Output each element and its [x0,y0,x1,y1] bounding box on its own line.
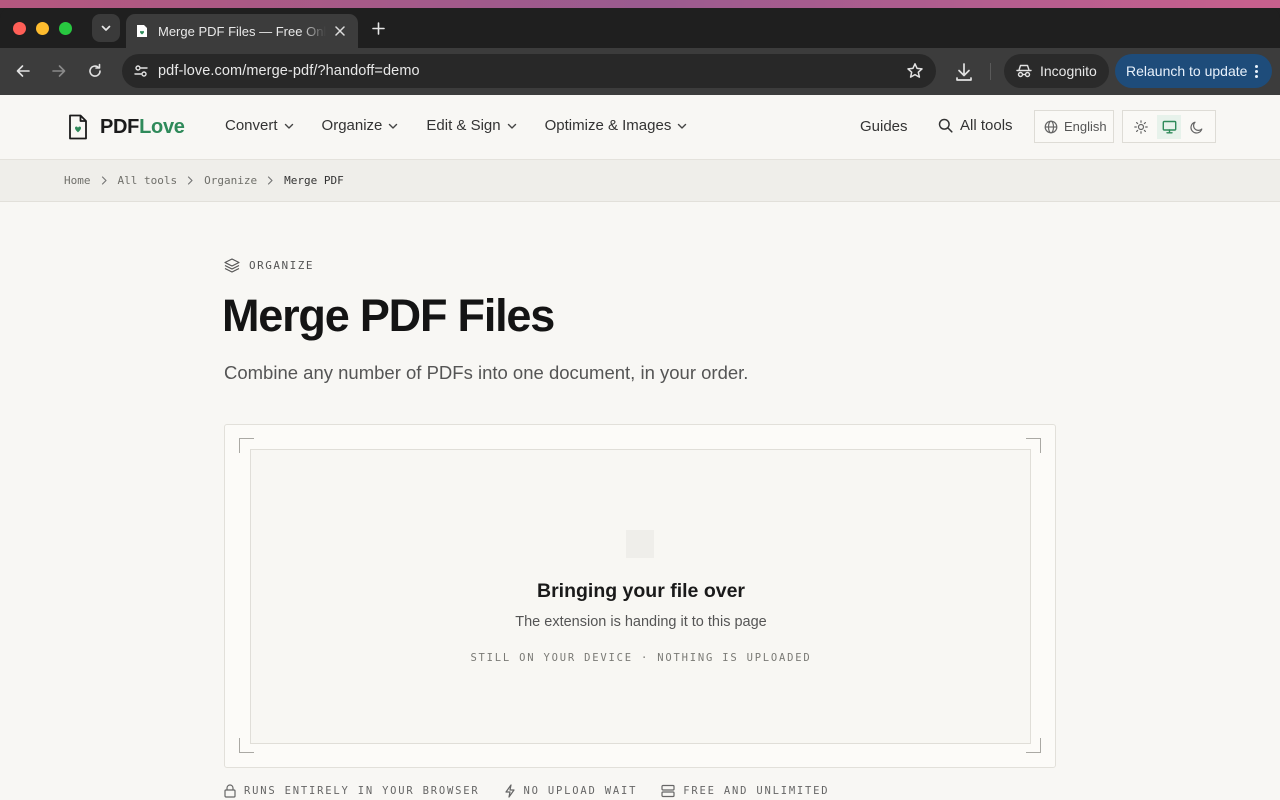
kicker-label: ORGANIZE [249,259,314,272]
tab-strip: Merge PDF Files — Free Online [0,8,1280,48]
file-loading-placeholder [626,530,654,558]
nav-edit-sign-label: Edit & Sign [426,117,501,134]
nav-organize[interactable]: Organize [322,117,399,134]
window-top-edge [0,0,1280,8]
nav-edit-sign[interactable]: Edit & Sign [426,117,516,134]
theme-light-button[interactable] [1129,115,1153,139]
page-subtitle: Combine any number of PDFs into one docu… [224,362,749,383]
browser-chrome: Merge PDF Files — Free Online pdf-love.c… [0,0,1280,95]
tab-close-button[interactable] [332,23,348,39]
theme-switcher [1122,110,1216,143]
active-tab[interactable]: Merge PDF Files — Free Online [126,14,358,48]
minimize-window-button[interactable] [36,22,49,35]
more-vert-icon [1254,64,1258,78]
tab-search-button[interactable] [92,14,120,42]
page-title: Merge PDF Files [222,290,555,341]
all-tools-button[interactable]: All tools [938,117,1013,134]
close-icon [335,26,345,36]
breadcrumb-all-tools[interactable]: All tools [118,174,178,187]
chevron-down-icon [389,123,398,129]
incognito-indicator[interactable]: Incognito [1004,54,1109,88]
server-icon [661,784,675,798]
new-tab-button[interactable] [368,18,388,38]
plus-icon [371,21,385,35]
lock-icon [224,784,236,798]
incognito-label: Incognito [1040,63,1097,79]
chevron-right-icon [267,176,274,185]
chevron-down-icon [507,123,516,129]
tab-title: Merge PDF Files — Free Online [158,23,326,39]
nav-convert-label: Convert [225,117,278,134]
reload-icon [89,63,101,77]
browser-toolbar: pdf-love.com/merge-pdf/?handoff=demo Inc… [0,48,1280,95]
language-selector[interactable]: English [1034,110,1114,143]
pdf-file-favicon-icon [137,25,147,37]
feature-item: RUNS ENTIRELY IN YOUR BROWSER [224,784,480,798]
moon-icon [1190,121,1203,134]
feature-item: FREE AND UNLIMITED [661,784,829,798]
arrow-left-icon [16,65,30,77]
toolbar-divider [990,63,991,80]
nav-organize-label: Organize [321,117,383,134]
logo-prefix: PDF [100,115,140,138]
back-button[interactable] [12,60,34,82]
bookmark-star-icon[interactable] [906,62,924,80]
web-page: PDFLove Convert Organize Edit & Sign Opt… [0,95,1280,800]
breadcrumb-organize[interactable]: Organize [204,174,257,187]
site-header: PDFLove Convert Organize Edit & Sign Opt… [0,95,1280,160]
chevron-right-icon [101,176,108,185]
category-kicker: ORGANIZE [224,258,314,273]
relaunch-to-update-button[interactable]: Relaunch to update [1115,54,1272,88]
nav-optimize-images[interactable]: Optimize & Images [545,117,688,134]
feature-label: RUNS ENTIRELY IN YOUR BROWSER [244,785,480,797]
handoff-status-subtitle: The extension is handing it to this page [515,614,767,630]
main-navigation: Convert Organize Edit & Sign Optimize & … [225,117,715,134]
nav-optimize-images-label: Optimize & Images [544,117,672,134]
feature-label: FREE AND UNLIMITED [683,785,830,797]
pdf-heart-logo-icon [69,114,87,140]
feature-item: NO UPLOAD WAIT [504,784,638,798]
url-text: pdf-love.com/merge-pdf/?handoff=demo [158,63,420,79]
theme-dark-button[interactable] [1185,115,1209,139]
download-icon[interactable] [953,61,975,83]
search-icon [938,118,953,133]
feature-label: NO UPLOAD WAIT [523,785,638,797]
relaunch-label: Relaunch to update [1126,63,1248,79]
file-drop-card: Bringing your file over The extension is… [224,424,1056,768]
bolt-icon [504,784,515,798]
feature-list: RUNS ENTIRELY IN YOUR BROWSER NO UPLOAD … [224,784,853,798]
chevron-down-icon [284,123,293,129]
privacy-note: STILL ON YOUR DEVICE · NOTHING IS UPLOAD… [470,652,812,664]
all-tools-label: All tools [960,117,1013,134]
site-logo[interactable]: PDFLove [68,114,185,140]
logo-suffix: Love [139,115,185,138]
chevron-down-icon [101,25,111,31]
forward-button[interactable] [48,60,70,82]
globe-icon [1044,120,1058,133]
logo-text: PDFLove [100,116,185,139]
layers-icon [224,258,240,273]
address-bar[interactable]: pdf-love.com/merge-pdf/?handoff=demo [122,54,936,88]
maximize-window-button[interactable] [59,22,72,35]
close-window-button[interactable] [13,22,26,35]
breadcrumb-current: Merge PDF [284,174,344,187]
language-label: English [1064,119,1107,134]
theme-system-button[interactable] [1157,114,1181,139]
incognito-icon [1016,64,1032,78]
chevron-right-icon [187,176,194,185]
monitor-icon [1162,120,1176,133]
breadcrumb: Home All tools Organize Merge PDF [0,160,1280,202]
nav-convert[interactable]: Convert [225,117,294,134]
handoff-status-title: Bringing your file over [536,580,746,602]
nav-guides-link[interactable]: Guides [860,118,908,135]
sun-icon [1134,119,1148,134]
tune-icon [134,65,148,77]
breadcrumb-home[interactable]: Home [64,174,91,187]
arrow-right-icon [52,65,66,77]
chevron-down-icon [678,123,687,129]
reload-button[interactable] [84,60,106,82]
site-info-button[interactable] [130,60,152,82]
